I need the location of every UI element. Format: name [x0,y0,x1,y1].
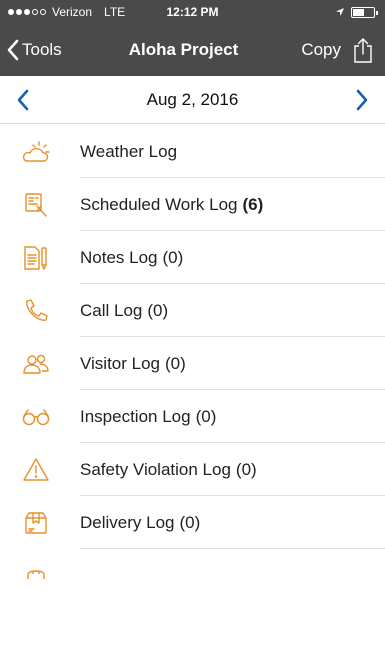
log-item-count: (0) [235,459,257,479]
log-item-label: Call Log [80,300,143,320]
notes-icon [22,244,50,272]
log-item-count: (0) [165,353,186,373]
glasses-icon [22,403,50,431]
current-date: Aug 2, 2016 [146,89,239,109]
share-icon[interactable] [353,37,373,63]
warning-icon [22,456,50,484]
phone-icon [22,297,50,325]
log-item-scheduled-work[interactable]: Scheduled Work Log (6) [0,178,385,231]
log-item-delivery[interactable]: Delivery Log (0) [0,496,385,549]
next-day-button[interactable] [355,89,369,111]
status-left: Verizon LTE [8,5,125,19]
log-item-notes[interactable]: Notes Log (0) [0,231,385,284]
log-item-count: (0) [162,247,184,267]
delivery-box-icon [22,509,50,537]
copy-button[interactable]: Copy [301,40,341,60]
back-button-label: Tools [22,40,62,59]
log-item-label: Inspection Log [80,406,191,426]
log-item-safety-violation[interactable]: Safety Violation Log (0) [0,443,385,496]
log-item-count: (0) [147,300,169,320]
date-selector: Aug 2, 2016 [0,76,385,124]
log-item-weather[interactable]: Weather Log [0,125,385,178]
log-item-label: Visitor Log [80,353,161,373]
network-type: LTE [104,5,126,19]
battery-icon [351,6,378,18]
log-item-label: Safety Violation Log [80,459,231,479]
log-item-label: Delivery Log [80,512,175,532]
nav-actions: Copy [301,37,385,63]
log-item-inspection[interactable]: Inspection Log (0) [0,390,385,443]
status-bar: Verizon LTE 12:12 PM [0,0,385,24]
log-item-visitor[interactable]: Visitor Log (0) [0,337,385,390]
carrier-name: Verizon [52,5,93,19]
log-item-count: (0) [195,406,217,426]
next-log-icon [22,549,50,579]
back-button[interactable]: Tools [0,39,62,61]
visitors-icon [22,350,50,378]
log-item-label: Weather Log [80,141,178,161]
log-list: Weather Log Scheduled Work Log (6) Notes… [0,125,385,579]
log-item-label: Scheduled Work Log [80,194,238,214]
previous-day-button[interactable] [16,89,30,111]
log-item-label: Notes Log [80,247,158,267]
log-item-count: (0) [179,512,201,532]
log-item-count: (6) [242,194,264,214]
signal-strength-icon [8,9,46,15]
navigation-bar: Tools Aloha Project Copy [0,24,385,76]
location-arrow-icon [336,8,344,16]
weather-icon [22,138,50,166]
log-item-call[interactable]: Call Log (0) [0,284,385,337]
chevron-left-icon [7,39,19,61]
log-item-next[interactable] [0,549,385,579]
scheduled-work-icon [22,191,50,219]
status-right [335,6,378,18]
